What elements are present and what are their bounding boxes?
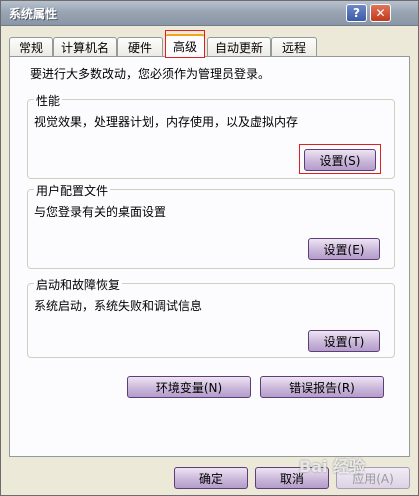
user-profiles-group: 用户配置文件 与您登录有关的桌面设置 设置(E)	[27, 182, 395, 269]
performance-group: 性能 视觉效果，处理器计划，内存使用，以及虚拟内存 设置(S)	[27, 92, 395, 179]
tab-hardware[interactable]: 硬件	[117, 37, 163, 56]
performance-title: 性能	[34, 92, 63, 109]
user-profiles-desc: 与您登录有关的桌面设置	[34, 205, 167, 219]
tab-computer-name[interactable]: 计算机名	[53, 37, 117, 56]
environment-variables-button[interactable]: 环境变量(N)	[127, 376, 251, 398]
close-button[interactable]: ✕	[370, 4, 391, 22]
performance-desc: 视觉效果，处理器计划，内存使用，以及虚拟内存	[34, 115, 299, 129]
startup-recovery-desc: 系统启动，系统失败和调试信息	[34, 299, 203, 313]
admin-notice: 要进行大多数改动，您必须作为管理员登录。	[30, 67, 271, 81]
help-icon: ?	[353, 6, 360, 20]
performance-settings-button[interactable]: 设置(S)	[304, 149, 376, 171]
title-bar[interactable]: 系统属性 ? ✕	[1, 1, 418, 26]
tab-remote[interactable]: 远程	[271, 37, 317, 56]
user-profiles-settings-button[interactable]: 设置(E)	[308, 238, 380, 260]
tab-strip: 常规 计算机名 硬件 高级 自动更新 远程	[9, 34, 409, 57]
startup-recovery-title: 启动和故障恢复	[34, 276, 123, 293]
close-icon: ✕	[375, 6, 386, 20]
help-button[interactable]: ?	[346, 4, 367, 22]
tab-advanced[interactable]: 高级	[165, 34, 205, 57]
window-title: 系统属性	[9, 7, 58, 21]
baidu-watermark: Bai 经验	[299, 457, 366, 476]
startup-recovery-group: 启动和故障恢复 系统启动，系统失败和调试信息 设置(T)	[27, 276, 395, 358]
tab-general[interactable]: 常规	[9, 37, 53, 56]
tab-automatic-updates[interactable]: 自动更新	[207, 37, 271, 56]
user-profiles-title: 用户配置文件	[34, 182, 111, 199]
startup-recovery-settings-button[interactable]: 设置(T)	[308, 330, 380, 352]
ok-button[interactable]: 确定	[174, 467, 248, 489]
system-properties-window: 系统属性 ? ✕ 常规 计算机名 硬件 高级 自动更新 远程 要进行大多数改动，…	[0, 0, 419, 496]
error-reporting-button[interactable]: 错误报告(R)	[260, 376, 384, 398]
advanced-tab-panel: 要进行大多数改动，您必须作为管理员登录。 性能 视觉效果，处理器计划，内存使用，…	[9, 56, 410, 457]
